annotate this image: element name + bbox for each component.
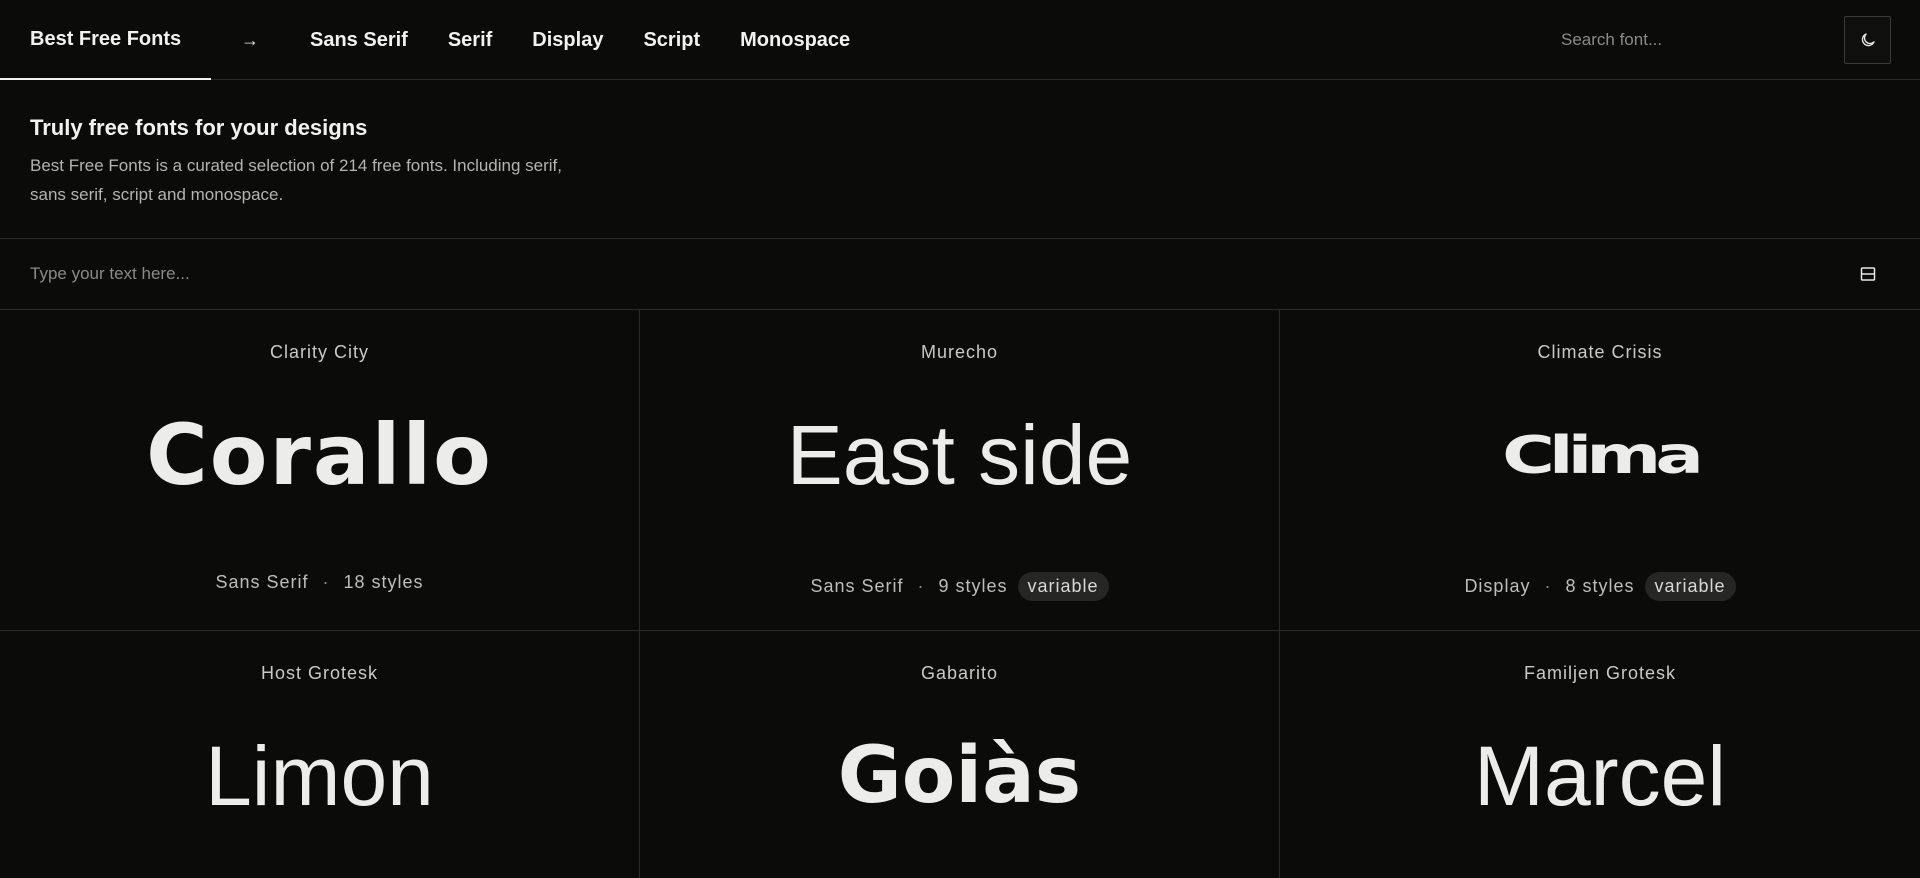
font-name: Climate Crisis — [1537, 342, 1663, 362]
brand-link[interactable]: Best Free Fonts — [0, 0, 211, 80]
font-sample: Limon — [205, 729, 434, 823]
arrow-right-icon[interactable]: → — [240, 28, 260, 52]
nav-item-script[interactable]: Script — [643, 29, 700, 52]
nav-item-display[interactable]: Display — [532, 29, 603, 52]
preview-text-input[interactable] — [30, 256, 1830, 292]
moon-icon — [1861, 33, 1875, 47]
nav-item-serif[interactable]: Serif — [448, 29, 492, 52]
font-sample: Goiàs — [837, 731, 1082, 821]
font-sample: Clima — [1502, 424, 1704, 486]
layout-toggle-button[interactable] — [1858, 264, 1878, 284]
font-name: Murecho — [920, 342, 999, 362]
font-meta: Display · 8 styles variable — [1280, 572, 1920, 601]
page-title: Truly free fonts for your designs — [30, 115, 368, 140]
font-card[interactable]: Murecho East side Sans Serif · 9 styles … — [640, 310, 1280, 631]
font-category: Display — [1464, 576, 1531, 596]
layout-toggle-icon — [1860, 267, 1876, 281]
font-styles-count: 18 styles — [343, 572, 424, 592]
nav-item-sans-serif[interactable]: Sans Serif — [310, 29, 408, 52]
font-sample: Marcel — [1473, 729, 1727, 823]
font-styles-count: 9 styles — [938, 576, 1008, 596]
search-input[interactable] — [1545, 20, 1795, 60]
intro-section: Truly free fonts for your designs Best F… — [30, 115, 590, 209]
font-category: Sans Serif — [215, 572, 309, 592]
font-card[interactable]: Gabarito Goiàs — [640, 631, 1280, 878]
variable-badge: variable — [1017, 572, 1109, 601]
font-meta: Sans Serif · 9 styles variable — [640, 572, 1279, 601]
font-card[interactable]: Clarity City Corallo Sans Serif · 18 sty… — [0, 310, 640, 631]
nav-item-monospace[interactable]: Monospace — [740, 29, 850, 52]
font-card[interactable]: Climate Crisis Clima Display · 8 styles … — [1280, 310, 1920, 631]
category-nav: Sans Serif Serif Display Script Monospac… — [310, 0, 890, 80]
font-grid: Clarity City Corallo Sans Serif · 18 sty… — [0, 310, 1920, 878]
font-name: Host Grotesk — [260, 663, 379, 683]
theme-toggle-button[interactable] — [1844, 16, 1891, 64]
font-card[interactable]: Host Grotesk Limon — [0, 631, 640, 878]
font-sample: Corallo — [146, 406, 493, 504]
font-card[interactable]: Familjen Grotesk Marcel — [1280, 631, 1920, 878]
separator-dot: · — [917, 576, 925, 596]
variable-badge: variable — [1644, 572, 1736, 601]
font-styles-count: 8 styles — [1565, 576, 1635, 596]
font-name: Clarity City — [269, 342, 369, 362]
font-meta: Sans Serif · 18 styles — [0, 572, 639, 593]
font-name: Familjen Grotesk — [1523, 663, 1677, 683]
font-category: Sans Serif — [810, 576, 904, 596]
separator-dot: · — [1544, 576, 1552, 596]
divider — [0, 238, 1920, 239]
page-description: Best Free Fonts is a curated selection o… — [30, 156, 562, 204]
font-name: Gabarito — [920, 663, 999, 683]
font-sample: East side — [786, 408, 1133, 502]
top-bar: Best Free Fonts → Sans Serif Serif Displ… — [0, 0, 1920, 80]
separator-dot: · — [322, 572, 330, 592]
